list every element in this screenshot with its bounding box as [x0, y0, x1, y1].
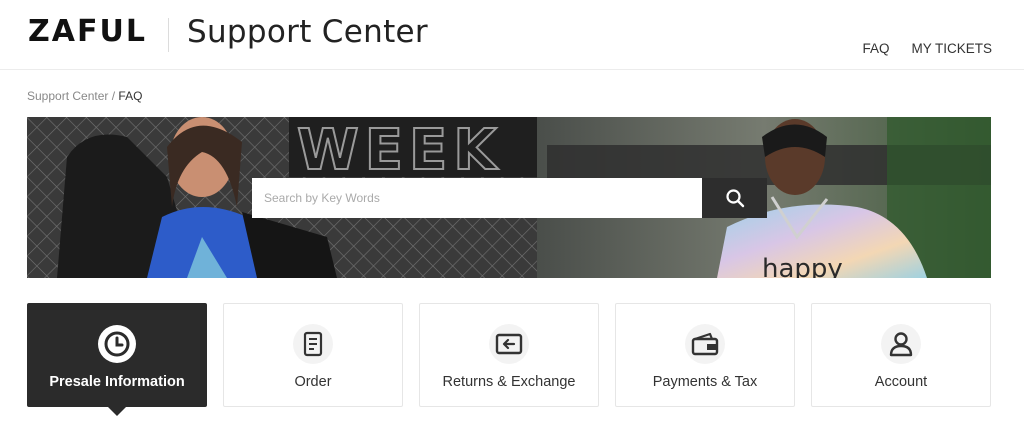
search-icon — [725, 189, 744, 208]
nav-faq-link[interactable]: FAQ — [862, 41, 889, 56]
search-input[interactable] — [252, 178, 702, 218]
category-label: Account — [874, 374, 928, 390]
breadcrumb-separator: / — [108, 89, 119, 103]
category-account[interactable]: Account — [811, 303, 991, 407]
zaful-logo[interactable]: ZAFUL — [28, 14, 147, 49]
breadcrumb-current: FAQ — [118, 89, 143, 103]
nav-my-tickets-link[interactable]: MY TICKETS — [911, 41, 992, 56]
return-box-icon — [489, 324, 529, 364]
category-label: Presale Information — [49, 374, 185, 390]
page-title: Support Center — [187, 14, 428, 50]
banner-week-text: WEEK — [297, 118, 503, 183]
clock-icon — [97, 324, 137, 364]
document-icon — [293, 324, 333, 364]
breadcrumb-support-center[interactable]: Support Center — [27, 89, 108, 103]
search-button[interactable] — [702, 178, 767, 218]
wallet-icon — [685, 324, 725, 364]
site-header: ZAFUL Support Center FAQ MY TICKETS — [0, 0, 1024, 70]
category-label: Returns & Exchange — [442, 374, 576, 390]
category-label: Order — [294, 374, 332, 390]
category-payments-tax[interactable]: Payments & Tax — [615, 303, 795, 407]
search-bar — [252, 178, 767, 218]
user-icon — [881, 324, 921, 364]
breadcrumb: Support Center / FAQ — [27, 89, 142, 103]
shirt-print: happy — [762, 254, 843, 278]
category-label: Payments & Tax — [652, 374, 758, 390]
header-divider — [168, 18, 169, 52]
category-returns-exchange[interactable]: Returns & Exchange — [419, 303, 599, 407]
category-presale-information[interactable]: Presale Information — [27, 303, 207, 407]
faq-categories: Presale Information Order Returns & Exch… — [27, 303, 992, 408]
category-order[interactable]: Order — [223, 303, 403, 407]
top-nav: FAQ MY TICKETS — [862, 41, 992, 56]
